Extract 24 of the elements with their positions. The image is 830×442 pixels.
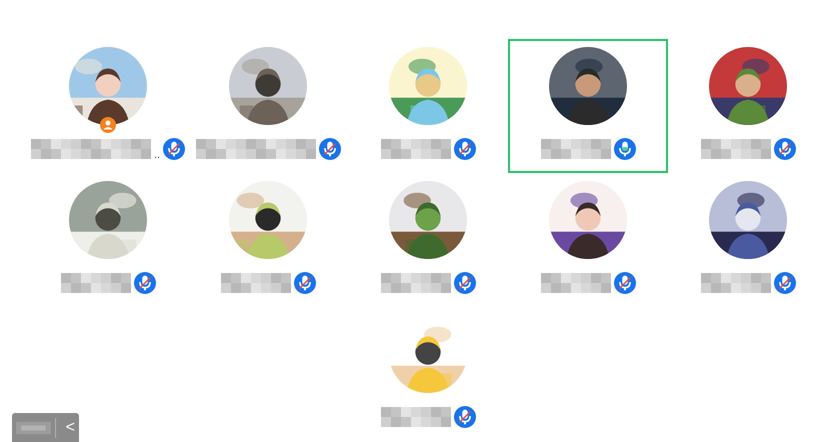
blurred-name	[700, 139, 770, 159]
muted-mic-icon[interactable]	[614, 272, 636, 294]
blurred-name	[380, 139, 450, 159]
blurred-name	[700, 273, 770, 293]
muted-mic-icon[interactable]	[454, 138, 476, 160]
participant-tile[interactable]	[508, 39, 668, 173]
participant-tile[interactable]: ..	[28, 39, 188, 173]
blurred-name	[60, 273, 130, 293]
muted-mic-icon[interactable]	[774, 272, 796, 294]
blurred-name	[380, 407, 450, 427]
muted-mic-icon[interactable]	[294, 272, 316, 294]
blurred-name	[380, 273, 450, 293]
mic-icon[interactable]	[614, 138, 636, 160]
blurred-name	[220, 273, 290, 293]
blurred-label	[16, 420, 51, 434]
muted-mic-icon[interactable]	[774, 138, 796, 160]
muted-mic-icon[interactable]	[134, 272, 156, 294]
muted-mic-icon[interactable]	[163, 138, 186, 160]
blurred-name	[540, 273, 610, 293]
muted-mic-icon[interactable]	[318, 138, 340, 160]
muted-mic-icon[interactable]	[454, 406, 476, 428]
name-ellipsis: ..	[154, 149, 160, 161]
blurred-name	[540, 139, 610, 159]
muted-mic-icon[interactable]	[454, 272, 476, 294]
